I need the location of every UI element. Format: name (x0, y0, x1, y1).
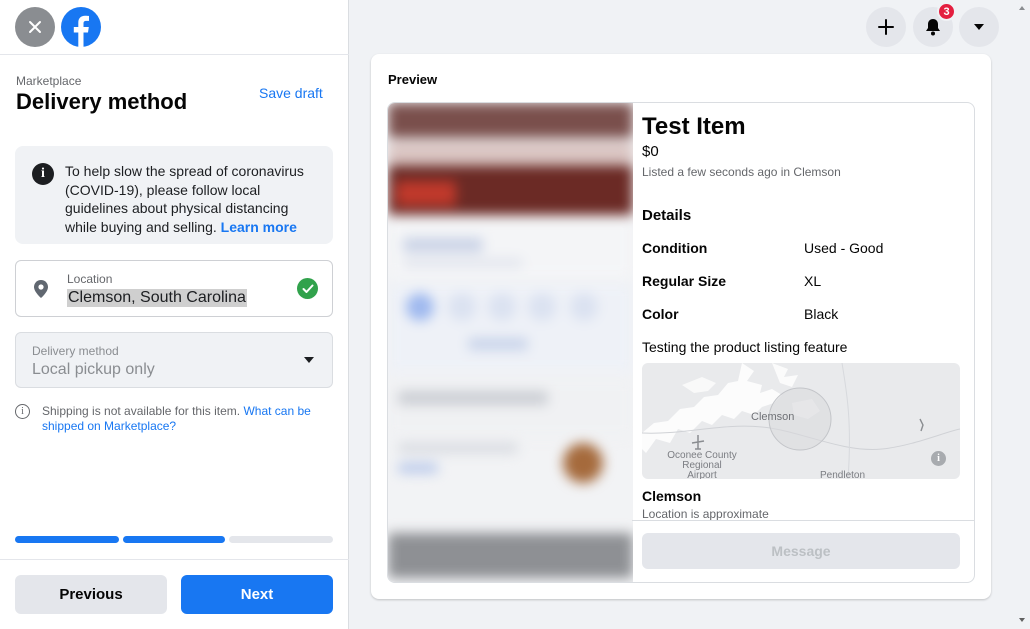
item-title: Test Item (642, 113, 746, 140)
progress-step-1 (15, 536, 119, 543)
listing-sidebar: Marketplace Delivery method Save draft i… (0, 0, 349, 629)
location-field[interactable]: Location Clemson, South Carolina (15, 260, 333, 317)
plus-icon (878, 19, 894, 35)
close-button[interactable] (15, 7, 55, 47)
location-value[interactable]: Clemson, South Carolina (67, 289, 247, 307)
delivery-method-select[interactable]: Delivery method Local pickup only (15, 332, 333, 388)
map-city-label: Clemson (751, 411, 795, 423)
bell-icon (926, 19, 940, 36)
location-pin-icon (34, 280, 48, 303)
info-icon: i (32, 163, 54, 185)
check-icon (297, 278, 318, 299)
item-price: $0 (642, 143, 659, 160)
scroll-up-icon[interactable] (1019, 6, 1025, 10)
location-map[interactable]: Clemson Oconee County Regional Airport P… (642, 363, 960, 479)
attribute-label: Regular Size (642, 273, 727, 289)
attribute-label: Color (642, 306, 679, 322)
attribute-label: Condition (642, 240, 708, 256)
scrollbar[interactable] (1014, 0, 1030, 629)
covid-notice: i To help slow the spread of coronavirus… (15, 146, 333, 244)
progress-step-3 (229, 536, 333, 543)
preview-label: Preview (388, 72, 438, 87)
attribute-value: Used - Good (804, 240, 884, 256)
create-button[interactable] (866, 7, 906, 47)
delivery-method-label: Delivery method (32, 344, 119, 358)
page-title: Delivery method (16, 89, 188, 114)
breadcrumb: Marketplace (16, 74, 82, 88)
info-icon: i (15, 404, 30, 419)
facebook-icon (73, 15, 89, 47)
preview-card: Preview Test Item $0 Listed a few second… (371, 54, 991, 599)
divider (632, 520, 974, 521)
next-button[interactable]: Next (181, 575, 333, 614)
listing-details: Test Item $0 Listed a few seconds ago in… (632, 103, 974, 582)
facebook-logo[interactable] (61, 7, 101, 47)
details-heading: Details (642, 207, 692, 224)
message-button[interactable]: Message (642, 533, 960, 569)
divider (0, 559, 349, 560)
location-approximate-note: Location is approximate (642, 507, 769, 521)
progress-step-2 (123, 536, 225, 543)
previous-button[interactable]: Previous (15, 575, 167, 614)
scroll-down-icon[interactable] (1019, 618, 1025, 622)
account-menu-button[interactable] (959, 7, 999, 47)
map-town-label: Pendleton (820, 470, 866, 479)
listing-photo (388, 103, 633, 582)
attribute-value: XL (804, 273, 822, 289)
map-airport-label: Oconee County Regional Airport (667, 450, 737, 480)
delivery-method-value: Local pickup only (32, 361, 155, 378)
info-icon[interactable]: i (931, 451, 946, 466)
divider (0, 54, 349, 55)
item-description: Testing the product listing feature (642, 339, 848, 355)
covid-notice-text: To help slow the spread of coronavirus (… (65, 163, 304, 235)
item-listed-time: Listed a few seconds ago in Clemson (642, 165, 841, 179)
shipping-note: Shipping is not available for this item.… (42, 404, 311, 433)
caret-down-icon (974, 24, 984, 30)
save-draft-link[interactable]: Save draft (259, 85, 323, 101)
learn-more-link[interactable]: Learn more (221, 219, 297, 235)
close-icon (29, 21, 41, 33)
attribute-value: Black (804, 306, 839, 322)
location-name: Clemson (642, 488, 702, 504)
location-label: Location (67, 272, 113, 286)
listing-preview: Test Item $0 Listed a few seconds ago in… (387, 102, 975, 583)
chevron-down-icon (304, 357, 314, 363)
notification-badge: 3 (937, 2, 956, 21)
